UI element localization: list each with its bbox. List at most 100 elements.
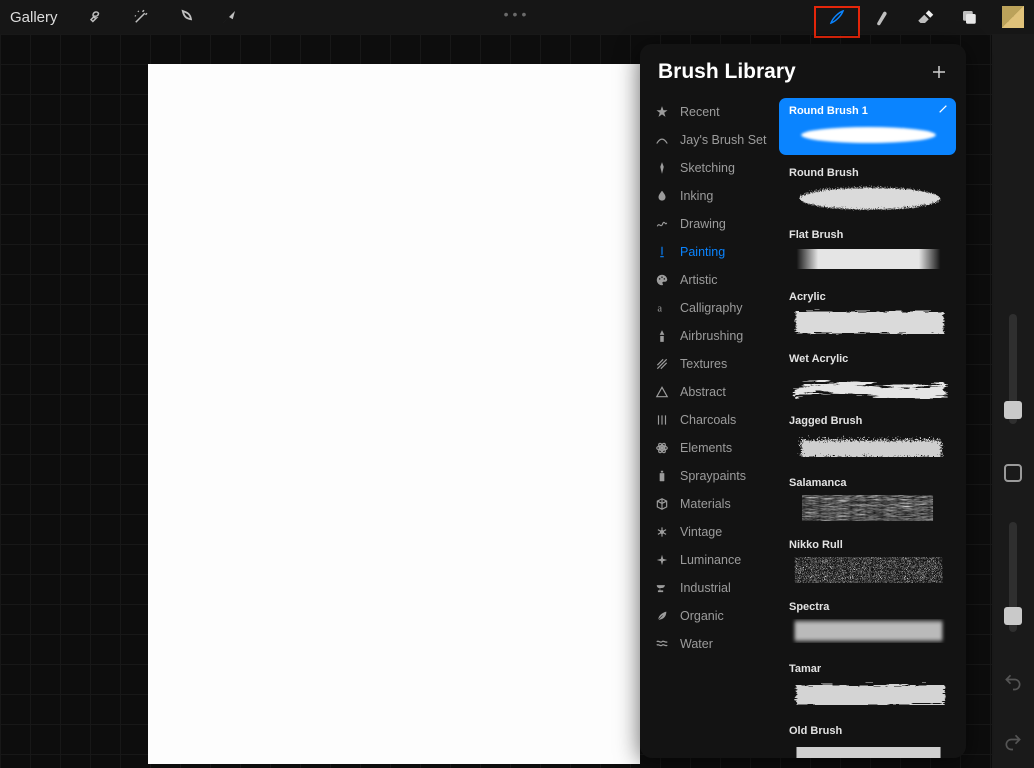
cube-icon bbox=[654, 496, 670, 512]
brush-preview bbox=[789, 119, 948, 151]
category-label: Airbrushing bbox=[680, 329, 743, 343]
brush-preview bbox=[789, 553, 948, 585]
asterisk-icon bbox=[654, 524, 670, 540]
brush-label: Flat Brush bbox=[789, 229, 843, 241]
eraser-tool-icon[interactable] bbox=[914, 6, 936, 28]
category-label: Calligraphy bbox=[680, 301, 743, 315]
brush-preview bbox=[789, 677, 948, 709]
category-calligraphy[interactable]: a Calligraphy bbox=[640, 294, 775, 322]
brush-flat-brush[interactable]: Flat Brush bbox=[779, 223, 956, 279]
category-label: Organic bbox=[680, 609, 724, 623]
category-water[interactable]: Water bbox=[640, 630, 775, 658]
redo-icon[interactable] bbox=[1003, 732, 1023, 752]
category-label: Luminance bbox=[680, 553, 741, 567]
lines-icon bbox=[654, 412, 670, 428]
stroke-icon bbox=[654, 132, 670, 148]
gallery-button[interactable]: Gallery bbox=[10, 9, 58, 26]
brush-round-brush[interactable]: Round Brush bbox=[779, 161, 956, 217]
brush-preview bbox=[789, 739, 948, 758]
can-icon bbox=[654, 468, 670, 484]
category-label: Textures bbox=[680, 357, 727, 371]
wrench-icon[interactable] bbox=[86, 6, 108, 28]
wand-icon[interactable] bbox=[130, 6, 152, 28]
brush-label: Nikko Rull bbox=[789, 539, 843, 551]
category-drawing[interactable]: Drawing bbox=[640, 210, 775, 238]
svg-text:a: a bbox=[657, 304, 662, 315]
drop-icon bbox=[654, 188, 670, 204]
modify-button[interactable] bbox=[1004, 464, 1022, 482]
brush-tamar[interactable]: Tamar bbox=[779, 657, 956, 713]
category-label: Elements bbox=[680, 441, 732, 455]
category-elements[interactable]: Elements bbox=[640, 434, 775, 462]
panel-title: Brush Library bbox=[658, 60, 796, 84]
category-spraypaints[interactable]: Spraypaints bbox=[640, 462, 775, 490]
brush-preview bbox=[789, 615, 948, 647]
brush-library-panel: Brush Library Recent Jay's Brush Set Ske… bbox=[640, 44, 966, 758]
layers-icon[interactable] bbox=[958, 6, 980, 28]
undo-icon[interactable] bbox=[1003, 672, 1023, 692]
category-vintage[interactable]: Vintage bbox=[640, 518, 775, 546]
category-charcoals[interactable]: Charcoals bbox=[640, 406, 775, 434]
brush-spectra[interactable]: Spectra bbox=[779, 595, 956, 651]
selection-icon[interactable] bbox=[174, 6, 196, 28]
category-organic[interactable]: Organic bbox=[640, 602, 775, 630]
a-icon: a bbox=[654, 300, 670, 316]
transform-arrow-icon[interactable] bbox=[218, 6, 240, 28]
brush-preview bbox=[789, 305, 948, 337]
category-list: Recent Jay's Brush Set Sketching Inking … bbox=[640, 94, 775, 758]
brush-label: Jagged Brush bbox=[789, 415, 862, 427]
category-jay-s-brush-set[interactable]: Jay's Brush Set bbox=[640, 126, 775, 154]
brush-salamanca[interactable]: Salamanca bbox=[779, 471, 956, 527]
brush-label: Wet Acrylic bbox=[789, 353, 848, 365]
brush-size-slider[interactable] bbox=[1009, 314, 1017, 424]
brush-nikko-rull[interactable]: Nikko Rull bbox=[779, 533, 956, 589]
brush-preview bbox=[789, 429, 948, 461]
brush-label: Acrylic bbox=[789, 291, 826, 303]
brush-tool-icon[interactable] bbox=[826, 6, 848, 28]
brush-label: Round Brush 1 bbox=[789, 105, 868, 117]
brush-wet-acrylic[interactable]: Wet Acrylic bbox=[779, 347, 956, 403]
top-toolbar: Gallery ••• bbox=[0, 0, 1034, 34]
color-swatch[interactable] bbox=[1002, 6, 1024, 28]
category-inking[interactable]: Inking bbox=[640, 182, 775, 210]
right-sidebar bbox=[992, 34, 1034, 768]
category-luminance[interactable]: Luminance bbox=[640, 546, 775, 574]
triangle-icon bbox=[654, 384, 670, 400]
brush-old-brush[interactable]: Old Brush bbox=[779, 719, 956, 758]
pencil-icon bbox=[654, 160, 670, 176]
category-sketching[interactable]: Sketching bbox=[640, 154, 775, 182]
brush-label: Salamanca bbox=[789, 477, 846, 489]
star-icon bbox=[654, 104, 670, 120]
canvas[interactable] bbox=[148, 64, 640, 764]
category-label: Artistic bbox=[680, 273, 718, 287]
brush-preview bbox=[789, 491, 948, 523]
category-painting[interactable]: Painting bbox=[640, 238, 775, 266]
category-label: Jay's Brush Set bbox=[680, 133, 766, 147]
opacity-slider-thumb[interactable] bbox=[1004, 607, 1022, 625]
anvil-icon bbox=[654, 580, 670, 596]
more-icon[interactable]: ••• bbox=[504, 6, 531, 22]
category-label: Drawing bbox=[680, 217, 726, 231]
category-label: Inking bbox=[680, 189, 713, 203]
category-label: Materials bbox=[680, 497, 731, 511]
spray-icon bbox=[654, 328, 670, 344]
category-artistic[interactable]: Artistic bbox=[640, 266, 775, 294]
opacity-slider[interactable] bbox=[1009, 522, 1017, 632]
smudge-tool-icon[interactable] bbox=[870, 6, 892, 28]
category-label: Vintage bbox=[680, 525, 722, 539]
category-recent[interactable]: Recent bbox=[640, 98, 775, 126]
category-industrial[interactable]: Industrial bbox=[640, 574, 775, 602]
brush-round-brush-1[interactable]: Round Brush 1 bbox=[779, 98, 956, 155]
brush-acrylic[interactable]: Acrylic bbox=[779, 285, 956, 341]
waves-icon bbox=[654, 636, 670, 652]
size-slider-thumb[interactable] bbox=[1004, 401, 1022, 419]
add-brush-icon[interactable] bbox=[930, 63, 948, 81]
category-materials[interactable]: Materials bbox=[640, 490, 775, 518]
category-airbrushing[interactable]: Airbrushing bbox=[640, 322, 775, 350]
category-textures[interactable]: Textures bbox=[640, 350, 775, 378]
brush-edit-icon bbox=[938, 104, 948, 117]
brush-preview bbox=[789, 243, 948, 275]
category-abstract[interactable]: Abstract bbox=[640, 378, 775, 406]
brush-jagged-brush[interactable]: Jagged Brush bbox=[779, 409, 956, 465]
sparkle-icon bbox=[654, 552, 670, 568]
